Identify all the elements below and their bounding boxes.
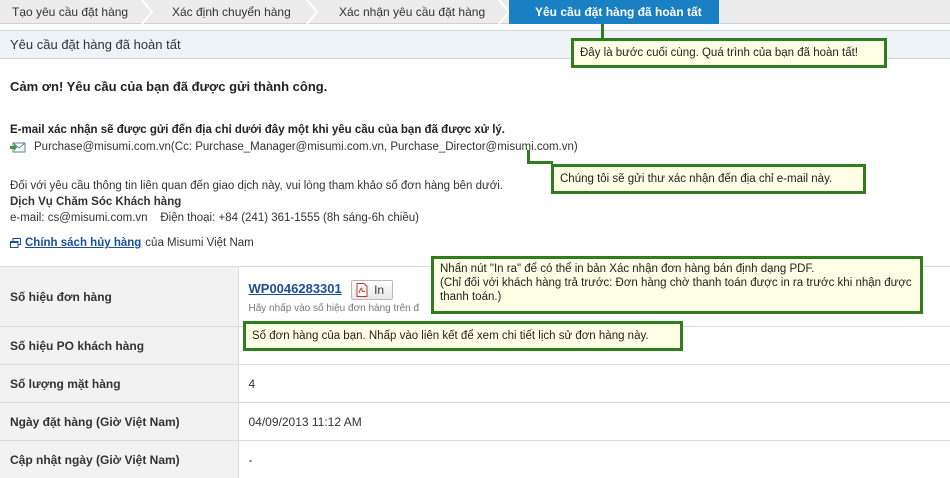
tooltip-final-step: Đây là bước cuối cùng. Quá trình của bạn…	[571, 38, 887, 68]
customer-service-info: Đối với yêu cầu thông tin liên quan đến …	[10, 178, 503, 226]
popup-window-icon	[10, 238, 21, 248]
service-contact: e-mail: cs@misumi.com.vn Điện thoại: +84…	[10, 212, 419, 224]
cancel-policy-line: Chính sách hủy hàng của Misumi Việt Nam	[10, 237, 254, 249]
progress-steps: Tạo yêu cầu đặt hàng Xác định chuyển hàn…	[0, 0, 950, 24]
tooltip-connector	[527, 161, 553, 164]
order-number-link[interactable]: WP0046283301	[249, 281, 342, 296]
po-number-label: Số hiệu PO khách hàng	[0, 326, 239, 365]
table-row: Ngày đặt hàng (Giờ Việt Nam) 04/09/2013 …	[0, 402, 950, 441]
item-count-value: 4	[238, 364, 950, 403]
tooltip-print-note: (Chỉ đối với khách hàng trả trước: Đơn h…	[440, 277, 912, 303]
service-name: Dịch Vụ Chăm Sóc Khách hàng	[10, 196, 182, 208]
step-label: Xác định chuyển hàng	[172, 5, 291, 19]
table-row: Số lượng mặt hàng 4	[0, 364, 950, 403]
item-count-label: Số lượng mặt hàng	[0, 364, 239, 403]
print-button-label: In	[374, 282, 385, 297]
table-row: Cập nhật ngày (Giờ Việt Nam) -	[0, 440, 950, 478]
print-pdf-button[interactable]: In	[351, 279, 394, 300]
email-addresses: Purchase@misumi.com.vn(Cc: Purchase_Mana…	[34, 141, 578, 153]
order-date-label: Ngày đặt hàng (Giờ Việt Nam)	[0, 402, 239, 441]
cancel-policy-link[interactable]: Chính sách hủy hàng	[25, 237, 141, 249]
order-date-value: 04/09/2013 11:12 AM	[238, 402, 950, 441]
update-date-value: -	[238, 440, 950, 478]
info-line: Đối với yêu cầu thông tin liên quan đến …	[10, 180, 503, 192]
mail-send-icon	[10, 142, 26, 153]
email-addresses-line: Purchase@misumi.com.vn(Cc: Purchase_Mana…	[10, 141, 578, 153]
update-date-label: Cập nhật ngày (Giờ Việt Nam)	[0, 440, 239, 478]
step-shipping: Xác định chuyển hàng	[152, 0, 319, 24]
order-number-label: Số hiệu đơn hàng	[0, 266, 239, 327]
step-create-order: Tạo yêu cầu đặt hàng	[0, 0, 154, 24]
tooltip-print: Nhấn nút "In ra" để có thể in bản Xác nh…	[431, 256, 923, 314]
thanks-message: Cảm ơn! Yêu cầu của bạn đã được gửi thàn…	[10, 79, 328, 94]
step-order-complete: Yêu cầu đặt hàng đã hoàn tất	[509, 0, 719, 24]
tooltip-email: Chúng tôi sẽ gửi thư xác nhận đến địa ch…	[551, 164, 866, 194]
tooltip-order-number: Số đơn hàng của bạn. Nhấp vào liên kết đ…	[243, 321, 683, 351]
tooltip-print-line: Nhấn nút "In ra" để có thể in bản Xác nh…	[440, 263, 815, 275]
step-label: Tạo yêu cầu đặt hàng	[12, 5, 129, 19]
step-label: Xác nhận yêu cầu đặt hàng	[339, 5, 486, 19]
email-note: E-mail xác nhận sẽ được gửi đến địa chỉ …	[10, 124, 505, 136]
pdf-icon	[356, 282, 368, 297]
step-confirm-order: Xác nhận yêu cầu đặt hàng	[317, 0, 511, 24]
step-label: Yêu cầu đặt hàng đã hoàn tất	[535, 5, 702, 19]
cancel-policy-suffix: của Misumi Việt Nam	[145, 237, 254, 249]
